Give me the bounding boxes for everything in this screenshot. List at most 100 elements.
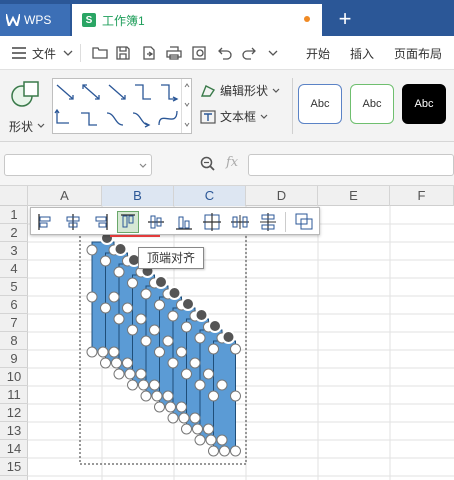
- resize-handle[interactable]: [194, 332, 206, 344]
- resize-handle[interactable]: [149, 324, 160, 336]
- resize-handle[interactable]: [189, 357, 201, 369]
- resize-handle[interactable]: [230, 343, 241, 355]
- row-header[interactable]: 12: [0, 404, 28, 422]
- resize-handle[interactable]: [113, 313, 125, 325]
- align-left-button[interactable]: [35, 211, 57, 233]
- undo-icon[interactable]: [218, 46, 232, 60]
- resize-handle[interactable]: [140, 335, 152, 347]
- new-tab-button[interactable]: +: [330, 4, 360, 34]
- column-header-d[interactable]: D: [246, 186, 318, 206]
- resize-handle[interactable]: [176, 401, 187, 413]
- resize-handle[interactable]: [154, 346, 165, 358]
- resize-handle[interactable]: [135, 368, 147, 380]
- resize-handle[interactable]: [194, 379, 206, 391]
- resize-handle[interactable]: [176, 346, 187, 358]
- row-header[interactable]: 5: [0, 278, 28, 296]
- tab-workbook[interactable]: S 工作簿1: [72, 4, 322, 36]
- resize-handle[interactable]: [140, 288, 152, 300]
- resize-handle[interactable]: [194, 434, 206, 446]
- resize-handle[interactable]: [230, 445, 241, 457]
- row-header[interactable]: 2: [0, 224, 28, 242]
- edit-shape-button[interactable]: 编辑形状: [200, 82, 280, 99]
- resize-handle[interactable]: [135, 313, 147, 325]
- resize-handle[interactable]: [208, 445, 219, 457]
- menu-hamburger-icon[interactable]: [12, 47, 26, 59]
- resize-handle[interactable]: [203, 368, 214, 380]
- resize-handle[interactable]: [97, 346, 109, 358]
- shape-style-black[interactable]: Abc: [402, 84, 446, 124]
- resize-handle[interactable]: [154, 401, 165, 413]
- column-header-f[interactable]: F: [390, 186, 454, 206]
- rotate-handle-icon[interactable]: [194, 308, 209, 322]
- resize-handle[interactable]: [86, 291, 98, 303]
- row-header[interactable]: 11: [0, 386, 28, 404]
- menu-item-page-layout[interactable]: 页面布局: [394, 45, 442, 62]
- resize-handle[interactable]: [203, 423, 214, 435]
- row-header[interactable]: 13: [0, 422, 28, 440]
- column-header-a[interactable]: A: [28, 186, 102, 206]
- resize-handle[interactable]: [86, 346, 98, 358]
- resize-handle[interactable]: [216, 379, 228, 391]
- more-chevron-icon[interactable]: [268, 49, 278, 57]
- export-icon[interactable]: [142, 46, 156, 60]
- resize-handle[interactable]: [205, 434, 217, 446]
- file-menu[interactable]: 文件: [32, 45, 56, 62]
- resize-handle[interactable]: [216, 434, 228, 446]
- rotate-handle-icon[interactable]: [167, 286, 182, 300]
- rotate-handle-icon[interactable]: [181, 297, 195, 311]
- resize-handle[interactable]: [100, 357, 111, 369]
- resize-handle[interactable]: [108, 291, 120, 303]
- formula-input[interactable]: [248, 154, 454, 176]
- align-top-button[interactable]: [117, 211, 139, 233]
- resize-handle[interactable]: [178, 412, 190, 424]
- row-header[interactable]: 1: [0, 206, 28, 224]
- row-header[interactable]: 9: [0, 350, 28, 368]
- rotate-handle-icon[interactable]: [154, 275, 168, 289]
- distribute-h-space-button[interactable]: [229, 211, 251, 233]
- resize-handle[interactable]: [140, 390, 152, 402]
- resize-handle[interactable]: [181, 321, 192, 333]
- menu-item-insert[interactable]: 插入: [350, 45, 374, 62]
- name-box[interactable]: [4, 154, 152, 176]
- align-bottom-button[interactable]: [173, 211, 195, 233]
- resize-handle[interactable]: [149, 379, 160, 391]
- resize-handle[interactable]: [154, 299, 165, 311]
- row-header[interactable]: 8: [0, 332, 28, 350]
- group-button[interactable]: [293, 211, 315, 233]
- row-header[interactable]: 4: [0, 260, 28, 278]
- row-header[interactable]: 7: [0, 314, 28, 332]
- row-header[interactable]: 14: [0, 440, 28, 458]
- rotate-handle-icon[interactable]: [113, 242, 128, 256]
- align-middle-button[interactable]: [145, 211, 167, 233]
- resize-handle[interactable]: [100, 302, 111, 314]
- resize-handle[interactable]: [208, 390, 219, 402]
- resize-handle[interactable]: [167, 357, 179, 369]
- row-header[interactable]: 3: [0, 242, 28, 260]
- tab-wps-home[interactable]: WPS: [0, 4, 70, 36]
- cell-grid[interactable]: [28, 206, 454, 480]
- resize-handle[interactable]: [108, 346, 120, 358]
- column-header-c[interactable]: C: [174, 186, 246, 206]
- redo-icon[interactable]: [242, 46, 256, 60]
- resize-handle[interactable]: [230, 390, 241, 402]
- column-header-e[interactable]: E: [318, 186, 390, 206]
- resize-handle[interactable]: [208, 343, 219, 355]
- resize-handle[interactable]: [181, 423, 192, 435]
- resize-handle[interactable]: [162, 390, 174, 402]
- row-header[interactable]: 15: [0, 458, 28, 476]
- resize-handle[interactable]: [122, 357, 133, 369]
- preview-icon[interactable]: [192, 46, 208, 60]
- resize-handle[interactable]: [127, 324, 138, 336]
- resize-handle[interactable]: [113, 266, 125, 278]
- print-icon[interactable]: [166, 46, 182, 60]
- resize-handle[interactable]: [100, 255, 111, 267]
- gallery-scrollbar[interactable]: [181, 79, 191, 133]
- resize-handle[interactable]: [111, 357, 122, 369]
- column-header-b[interactable]: B: [102, 186, 174, 206]
- distribute-horizontal-button[interactable]: [201, 211, 223, 233]
- align-right-button[interactable]: [89, 211, 111, 233]
- resize-handle[interactable]: [165, 401, 176, 413]
- distribute-v-space-button[interactable]: [257, 211, 279, 233]
- zoom-icon[interactable]: [200, 156, 216, 172]
- resize-handle[interactable]: [127, 277, 138, 289]
